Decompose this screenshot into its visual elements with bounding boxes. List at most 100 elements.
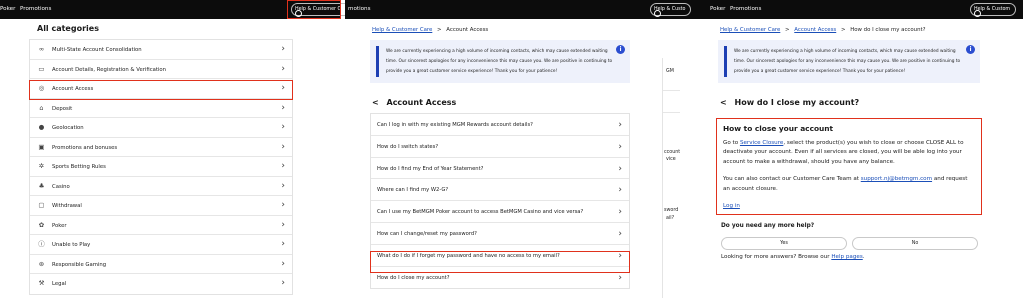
category-label: Sports Betting Rules [52, 164, 106, 170]
nav-promotions[interactable]: Promotions [730, 6, 761, 12]
chevron-right-icon: › [618, 185, 622, 196]
top-nav-bar-2: motions [345, 0, 680, 19]
headset-icon [974, 10, 981, 17]
breadcrumb-current: Account Access [446, 27, 489, 33]
rules-icon: ✲ [38, 162, 45, 170]
back-chevron-icon[interactable]: < [372, 98, 379, 107]
help-question: Do you need any more help? [721, 223, 815, 229]
login-link[interactable]: Log in [723, 203, 740, 209]
back-chevron-icon[interactable]: < [720, 98, 727, 107]
gift-icon: ▣ [38, 142, 45, 151]
notice-text: We are currently experiencing a high vol… [734, 49, 961, 74]
nav-promotions[interactable]: Promotions [20, 6, 51, 12]
headset-icon [654, 10, 661, 17]
category-item[interactable]: ▣ Promotions and bonuses › [30, 138, 292, 157]
chevron-right-icon: › [281, 180, 285, 191]
casino-icon: ♣ [38, 181, 45, 190]
question-label: How do I close my account? [377, 274, 450, 281]
sliver-text: ail? [666, 216, 675, 221]
question-label: How do I find my End of Year Statement? [377, 165, 484, 172]
breadcrumb-separator: > [785, 27, 790, 33]
category-label: Deposit [52, 105, 73, 112]
service-closure-link[interactable]: Service Closure [740, 140, 783, 146]
category-item[interactable]: ∞ Multi-State Account Consolidation › [30, 40, 292, 60]
category-item[interactable]: ✲ Sports Betting Rules › [30, 157, 292, 177]
question-label: Where can I find my W2-G? [377, 187, 449, 194]
chevron-right-icon: › [281, 239, 285, 249]
chevron-right-icon: › [281, 278, 285, 288]
section-title: < Account Access [372, 98, 456, 107]
chevron-right-icon: › [618, 163, 622, 174]
info-icon: ⓘ [38, 240, 45, 248]
category-item[interactable]: ⌂ Deposit › [30, 99, 292, 118]
answer-paragraph-1: Go to Service Closure, select the produc… [723, 140, 964, 165]
sliver-text: ccount [664, 150, 680, 155]
yes-button[interactable]: Yes [721, 237, 847, 250]
notice-banner: We are currently experiencing a high vol… [370, 40, 630, 83]
question-item[interactable]: Can I log in with my existing MGM Reward… [371, 114, 629, 136]
breadcrumb-account-access-link[interactable]: Account Access [794, 27, 836, 33]
help-pages-link[interactable]: Help pages [831, 254, 862, 260]
responsible-gaming-icon: ⊛ [38, 259, 45, 268]
info-icon: i [966, 45, 975, 54]
support-email-link[interactable]: support.nj@betmgm.com [861, 176, 932, 182]
category-item[interactable]: ● Geolocation › [30, 118, 292, 138]
login-paragraph: Log in [723, 202, 975, 211]
category-label: Geolocation [52, 125, 84, 131]
nav-poker[interactable]: Poker [0, 6, 15, 12]
nav-promotions-clipped[interactable]: motions [348, 6, 371, 12]
chevron-right-icon: › [281, 122, 285, 132]
chevron-right-icon: › [281, 102, 285, 113]
sliver-text: GM [666, 69, 674, 74]
chevron-right-icon: › [281, 141, 285, 152]
chevron-right-icon: › [281, 258, 285, 269]
poker-chip-icon: ✿ [38, 220, 45, 229]
background-page-sliver: GM ccount vice sword ail? [662, 58, 680, 298]
notice-accent-bar [376, 46, 379, 77]
highlight-help-button [287, 0, 341, 19]
question-item[interactable]: How can I change/reset my password? › [371, 223, 629, 245]
category-label: Casino [52, 183, 70, 190]
question-item[interactable]: Can I use my BetMGM Poker account to acc… [371, 201, 629, 223]
no-button[interactable]: No [852, 237, 978, 250]
help-customer-care-button[interactable]: Help & Custom [970, 3, 1017, 17]
chevron-right-icon: › [618, 120, 622, 130]
chevron-right-icon: › [618, 207, 622, 218]
category-label: Account Details, Registration & Verifica… [52, 66, 167, 73]
category-item[interactable]: ♣ Casino › [30, 177, 292, 196]
sliver-text: sword [664, 208, 679, 213]
category-item[interactable]: ▭ Account Details, Registration & Verific… [30, 60, 292, 79]
section-title-label: How do I close my account? [734, 98, 860, 107]
category-item[interactable]: ▢ Withdrawal › [30, 196, 292, 216]
section-title-label: Account Access [386, 98, 457, 107]
chevron-right-icon: › [618, 272, 622, 283]
breadcrumb: Help & Customer Care > Account Access [372, 27, 488, 33]
answer-box: How to close your account Go to Service … [716, 118, 982, 215]
category-item[interactable]: ⊛ Responsible Gaming › [30, 255, 292, 274]
sliver-divider [663, 90, 680, 91]
sliver-divider [663, 112, 680, 113]
answer-paragraph-2: You can also contact our Customer Care T… [723, 176, 968, 192]
id-card-icon: ▭ [38, 64, 45, 73]
breadcrumb-help-link[interactable]: Help & Customer Care [372, 27, 432, 33]
question-label: Can I use my BetMGM Poker account to acc… [377, 209, 584, 216]
highlight-close-account [370, 251, 630, 273]
question-item[interactable]: How do I find my End of Year Statement? › [371, 158, 629, 180]
category-label: Responsible Gaming [52, 261, 107, 268]
category-item[interactable]: ⓘ Unable to Play › [30, 235, 292, 255]
nav-poker[interactable]: Poker [710, 6, 725, 12]
question-item[interactable]: How do I switch states? › [371, 136, 629, 158]
chevron-right-icon: › [281, 200, 285, 210]
chevron-right-icon: › [281, 63, 285, 74]
question-item[interactable]: Where can I find my W2-G? › [371, 179, 629, 202]
question-label: How can I change/reset my password? [377, 230, 477, 237]
chevron-right-icon: › [281, 219, 285, 230]
category-item[interactable]: ⚒ Legal › [30, 274, 292, 294]
category-label: Unable to Play [52, 242, 91, 248]
category-item[interactable]: ✿ Poker › [30, 216, 292, 235]
breadcrumb-help-link[interactable]: Help & Customer Care [720, 27, 780, 33]
withdrawal-icon: ▢ [38, 201, 45, 209]
top-nav-bar-3: Help & Custo Poker Promotions Help & Cus… [650, 0, 1023, 19]
help-customer-care-button-clipped[interactable]: Help & Custo [650, 3, 692, 17]
breadcrumb-current: How do I close my account? [850, 27, 926, 33]
